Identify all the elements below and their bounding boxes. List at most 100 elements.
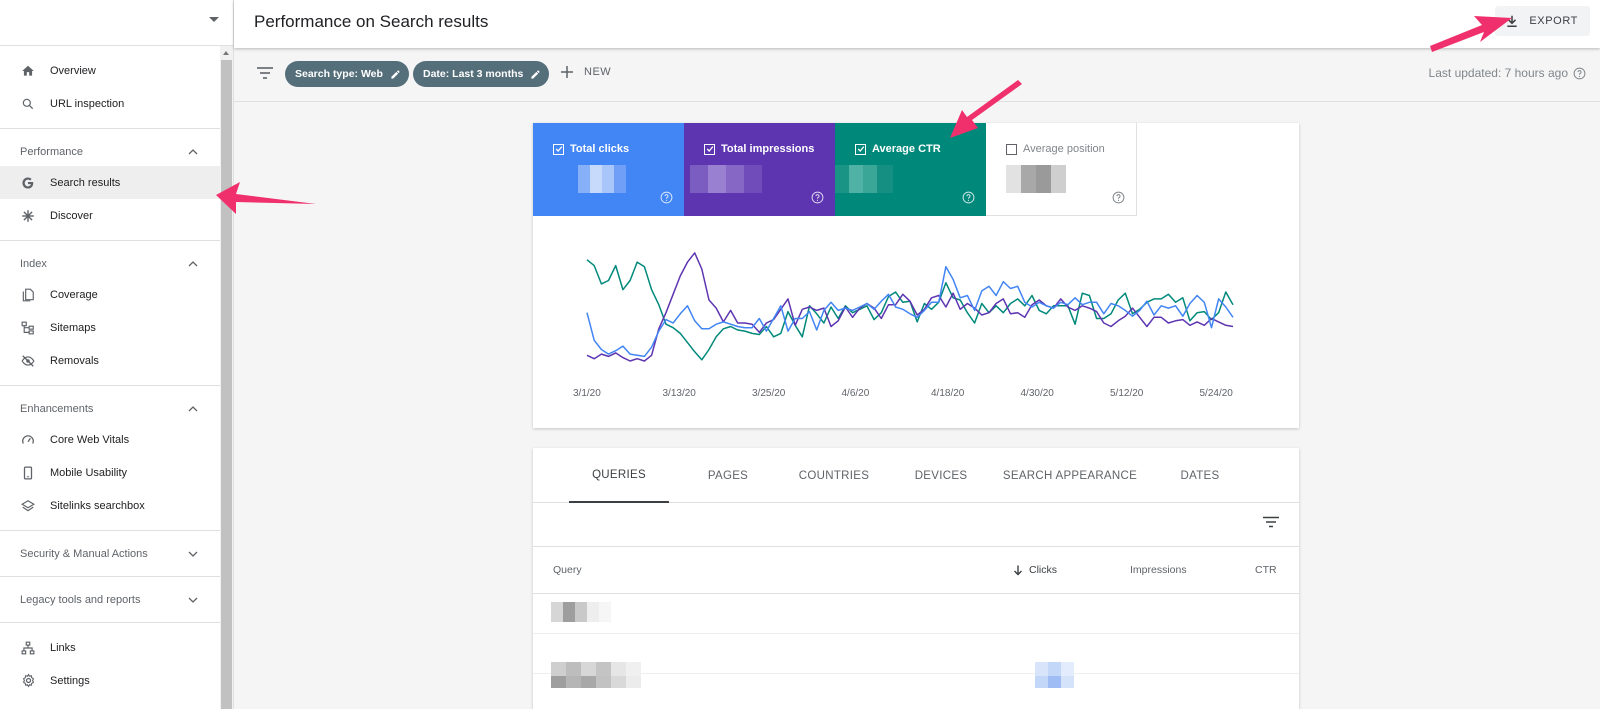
- tab-search-appearance[interactable]: SEARCH APPEARANCE: [995, 448, 1145, 503]
- layers-icon: [20, 498, 36, 514]
- help-icon[interactable]: [811, 191, 824, 204]
- metric-average-position[interactable]: Average position: [986, 123, 1137, 216]
- last-updated-text: Last updated: 7 hours ago: [1428, 66, 1568, 80]
- scrollbar-thumb[interactable]: [221, 60, 232, 709]
- checkbox-checked[interactable]: [553, 143, 564, 155]
- x-tick-label: 3/1/20: [573, 388, 601, 399]
- sidebar-item-coverage[interactable]: Coverage: [0, 278, 220, 311]
- sidebar-item-sitelinks-searchbox[interactable]: Sitelinks searchbox: [0, 489, 220, 522]
- checkbox-checked[interactable]: [704, 143, 715, 155]
- sidebar-item-url-inspection[interactable]: URL inspection: [0, 87, 220, 120]
- help-icon[interactable]: [1573, 67, 1586, 80]
- tab-dates[interactable]: DATES: [1155, 448, 1245, 503]
- phone-icon: [20, 465, 36, 481]
- sidebar-item-label: URL inspection: [50, 97, 125, 110]
- tab-queries[interactable]: QUERIES: [569, 448, 669, 503]
- sidebar-item-core-web-vitals[interactable]: Core Web Vitals: [0, 423, 220, 456]
- metric-label: Total impressions: [721, 143, 815, 155]
- table-row[interactable]: [533, 634, 1299, 674]
- checkbox-unchecked[interactable]: [1006, 143, 1017, 155]
- section-security-manual-actions[interactable]: Security & Manual Actions: [0, 530, 220, 576]
- filter-icon[interactable]: [256, 66, 274, 80]
- chip-label: Date: Last 3 months: [423, 68, 524, 80]
- table-filter-icon[interactable]: [1263, 516, 1279, 528]
- x-tick-label: 5/12/20: [1110, 388, 1144, 399]
- x-tick-label: 4/30/20: [1021, 388, 1055, 399]
- home-icon: [20, 63, 36, 79]
- sidebar-item-search-results[interactable]: Search results: [0, 166, 220, 199]
- section-title: Legacy tools and reports: [20, 593, 141, 606]
- metric-total-clicks[interactable]: Total clicks: [533, 123, 684, 216]
- filter-bar: Search type: Web Date: Last 3 months NEW…: [234, 48, 1600, 102]
- section-title: Performance: [20, 145, 83, 158]
- scroll-up-arrow-icon[interactable]: [223, 51, 229, 55]
- help-icon[interactable]: [1112, 191, 1125, 204]
- date-range-chip[interactable]: Date: Last 3 months: [413, 61, 550, 87]
- gear-icon: [20, 673, 36, 689]
- table-row[interactable]: [533, 594, 1299, 634]
- metric-label: Average CTR: [872, 143, 941, 155]
- x-tick-label: 3/13/20: [663, 388, 697, 399]
- metric-value-redacted: [690, 165, 762, 193]
- sidebar-scrollbar[interactable]: [220, 46, 233, 709]
- checkbox-checked[interactable]: [855, 143, 866, 155]
- chip-label: Search type: Web: [295, 68, 383, 80]
- metric-average-ctr[interactable]: Average CTR: [835, 123, 986, 216]
- tab-countries[interactable]: COUNTRIES: [779, 448, 889, 503]
- column-impressions[interactable]: Impressions: [1130, 564, 1187, 576]
- sidebar-item-label: Mobile Usability: [50, 466, 128, 479]
- metric-total-impressions[interactable]: Total impressions: [684, 123, 835, 216]
- chevron-up-icon: [188, 260, 198, 266]
- column-query[interactable]: Query: [553, 564, 582, 576]
- download-icon: [1507, 15, 1518, 28]
- tab-pages[interactable]: PAGES: [683, 448, 773, 503]
- help-icon[interactable]: [962, 191, 975, 204]
- sidebar-item-label: Settings: [50, 674, 90, 687]
- sidebar-item-label: Overview: [50, 64, 96, 77]
- metric-label: Total clicks: [570, 143, 630, 155]
- sidebar-item-overview[interactable]: Overview: [0, 54, 220, 87]
- x-tick-layer: 3/1/20 3/13/20 3/25/20 4/6/20 4/18/20 4/30/20…: [573, 388, 1233, 399]
- series-line-1: [586, 252, 1234, 362]
- sidebar-item-settings[interactable]: Settings: [0, 664, 220, 697]
- sidebar-item-removals[interactable]: Removals: [0, 344, 220, 377]
- sidebar-item-links[interactable]: Links: [0, 631, 220, 664]
- section-title: Enhancements: [20, 402, 94, 415]
- metric-value-redacted: [578, 165, 626, 193]
- x-tick-label: 4/18/20: [931, 388, 965, 399]
- column-ctr[interactable]: CTR: [1255, 564, 1277, 576]
- sidebar-item-sitemaps[interactable]: Sitemaps: [0, 311, 220, 344]
- sidebar-item-label: Sitemaps: [50, 321, 96, 334]
- edit-pencil-icon[interactable]: [390, 69, 401, 80]
- chevron-down-icon: [188, 551, 198, 557]
- plus-icon: [561, 66, 573, 78]
- section-title: Index: [20, 257, 47, 270]
- x-tick-label: 4/6/20: [842, 388, 870, 399]
- table-row[interactable]: [533, 662, 1299, 709]
- help-icon[interactable]: [660, 191, 673, 204]
- section-legacy-tools[interactable]: Legacy tools and reports: [0, 576, 220, 622]
- sort-descending-arrow-icon: [1014, 565, 1022, 575]
- export-button[interactable]: EXPORT: [1495, 6, 1590, 36]
- tab-devices[interactable]: DEVICES: [889, 448, 993, 503]
- edit-pencil-icon[interactable]: [530, 69, 541, 80]
- performance-chart-card: Total clicks Total impressions Average C…: [533, 123, 1299, 428]
- table-header: Query Clicks Impressions CTR: [533, 546, 1299, 594]
- sitemap-icon: [20, 320, 36, 336]
- dimension-tabs: QUERIES PAGES COUNTRIES DEVICES SEARCH A…: [533, 448, 1299, 503]
- redacted-clicks: [1035, 676, 1074, 688]
- sidebar: Overview URL inspection Performance Sear…: [0, 0, 234, 709]
- links-icon: [20, 640, 36, 656]
- search-type-chip[interactable]: Search type: Web: [285, 61, 409, 87]
- page-title: Performance on Search results: [254, 12, 489, 31]
- new-filter-button[interactable]: NEW: [560, 65, 611, 79]
- property-selector[interactable]: [0, 0, 233, 46]
- sidebar-nav: Overview URL inspection Performance Sear…: [0, 46, 220, 709]
- column-clicks[interactable]: Clicks: [1013, 564, 1057, 576]
- metric-value-redacted: [835, 165, 893, 193]
- sidebar-item-discover[interactable]: Discover: [0, 199, 220, 232]
- redacted-query: [551, 662, 641, 676]
- sidebar-item-mobile-usability[interactable]: Mobile Usability: [0, 456, 220, 489]
- redacted-clicks: [1035, 662, 1074, 676]
- dropdown-caret-icon[interactable]: [209, 17, 219, 22]
